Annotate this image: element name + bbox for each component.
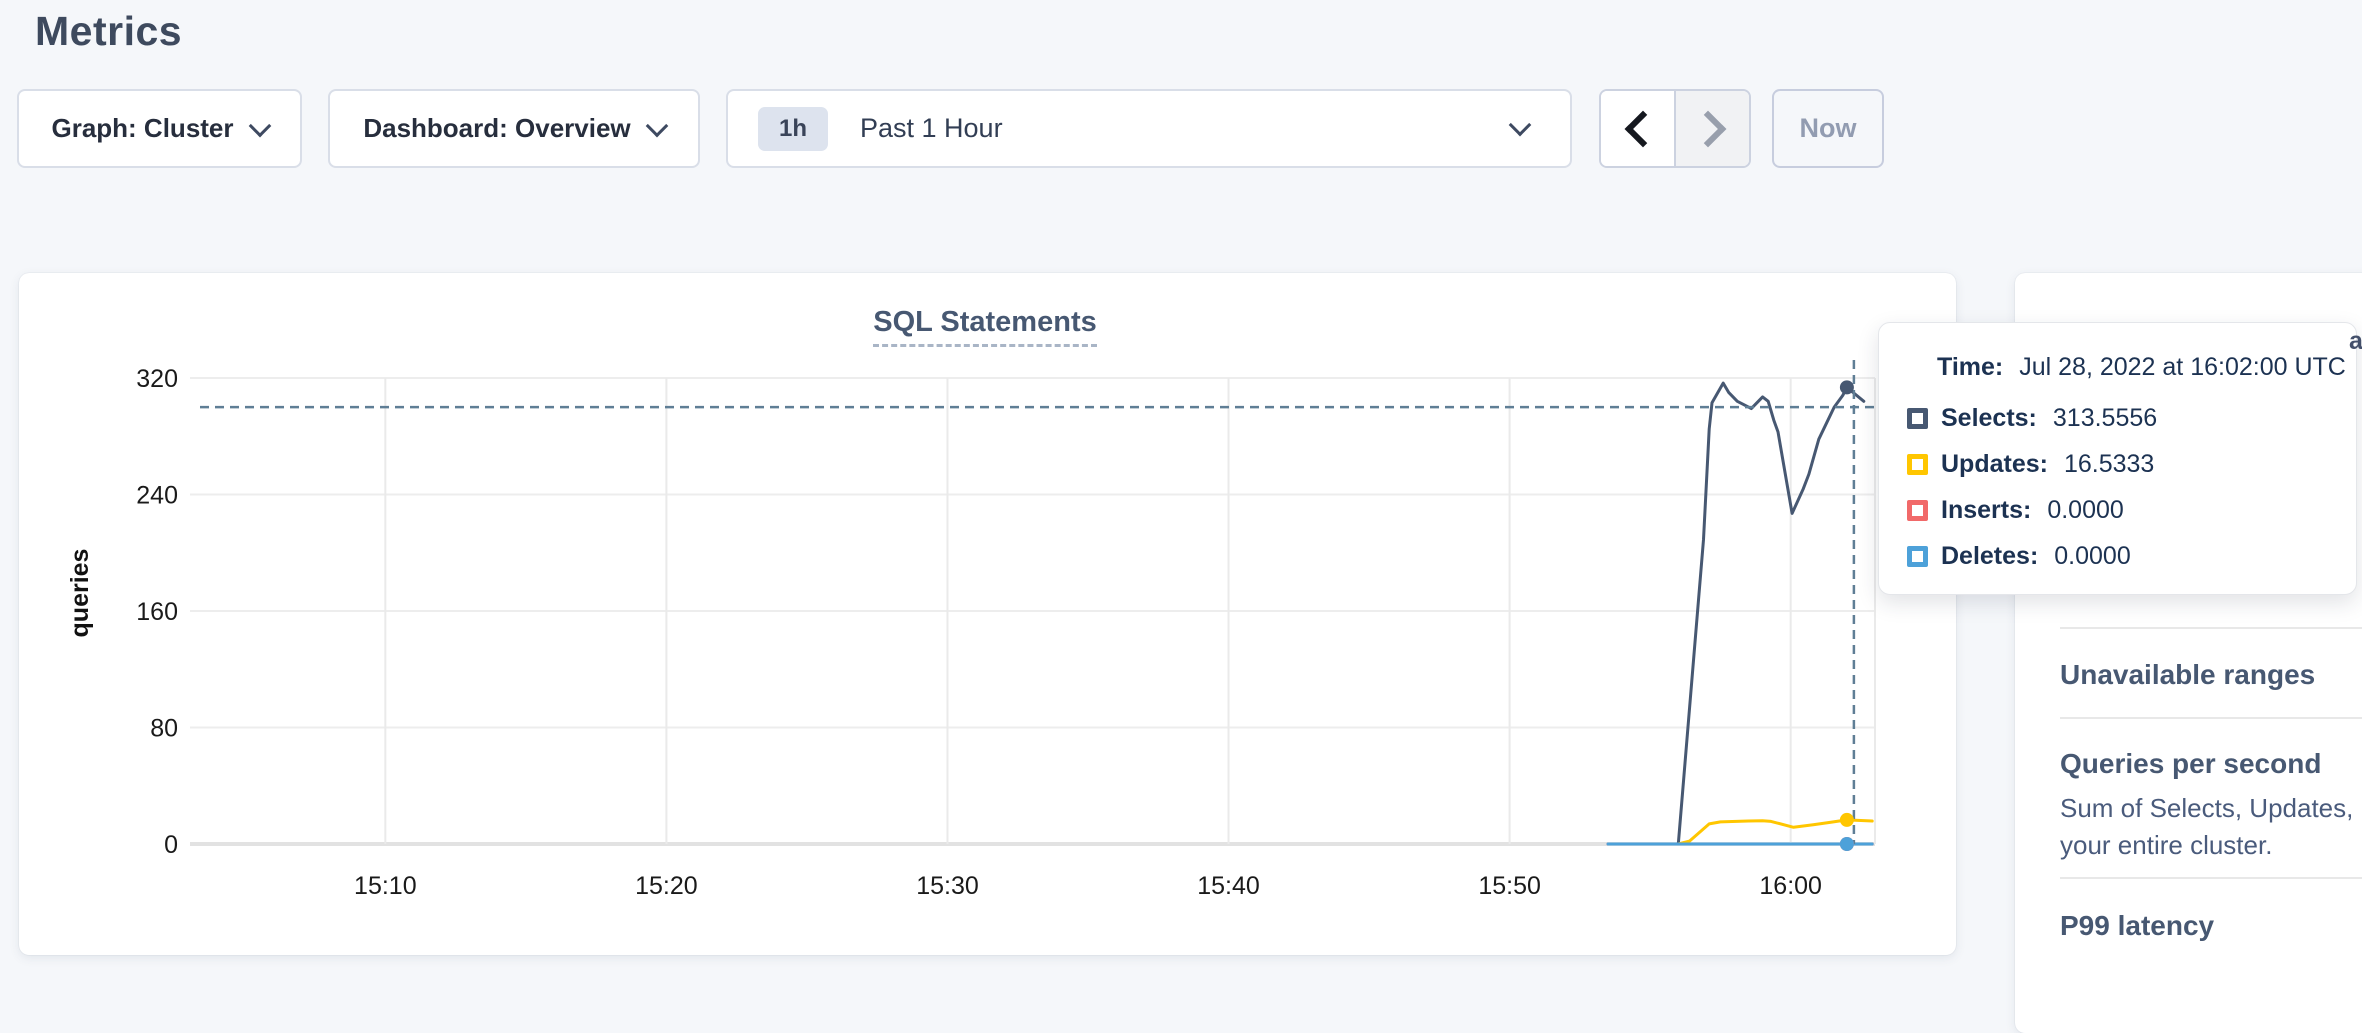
graph-dropdown-label: Graph: Cluster — [51, 113, 233, 144]
page-title: Metrics — [35, 8, 182, 55]
time-range-label: Past 1 Hour — [860, 113, 1003, 144]
series-swatch-icon — [1907, 500, 1928, 521]
chart-hover-tooltip: Time: Jul 28, 2022 at 16:02:00 UTC Select… — [1878, 322, 2357, 595]
dashboard-dropdown[interactable]: Dashboard: Overview — [328, 89, 700, 168]
time-forward-button[interactable] — [1674, 91, 1749, 166]
metrics-page: { "page": { "title": "Metrics", "backgro… — [0, 0, 2362, 966]
chevron-left-icon — [1624, 110, 1661, 147]
tooltip-row-deletes: Deletes: 0.0000 — [1907, 540, 2131, 572]
tooltip-row-selects: Selects: 313.5556 — [1907, 402, 2157, 434]
tooltip-series-value: 0.0000 — [2054, 542, 2130, 571]
tooltip-series-label: Updates: — [1941, 450, 2048, 479]
tooltip-time-label: Time: — [1937, 353, 2003, 381]
tooltip-series-value: 0.0000 — [2047, 496, 2123, 525]
tooltip-series-label: Inserts: — [1941, 496, 2031, 525]
chart-title-wrap: SQL Statements — [719, 306, 1251, 347]
chart-title[interactable]: SQL Statements — [873, 306, 1096, 347]
series-swatch-icon — [1907, 408, 1928, 429]
tooltip-time-value: Jul 28, 2022 at 16:02:00 UTC — [2019, 353, 2346, 381]
tooltip-series-label: Deletes: — [1941, 542, 2038, 571]
chevron-down-icon — [1509, 114, 1532, 137]
graph-dropdown[interactable]: Graph: Cluster — [17, 89, 302, 168]
chevron-down-icon — [248, 114, 271, 137]
sidebar-clipped-text: a — [2349, 327, 2362, 356]
series-swatch-icon — [1907, 546, 1928, 567]
time-range-selector[interactable]: 1h Past 1 Hour — [726, 89, 1572, 168]
time-range-badge: 1h — [758, 107, 828, 151]
tooltip-row-updates: Updates: 16.5333 — [1907, 448, 2154, 480]
tooltip-series-value: 313.5556 — [2053, 404, 2157, 433]
sidebar-heading[interactable]: Unavailable ranges — [2060, 659, 2315, 691]
sidebar-heading[interactable]: P99 latency — [2060, 910, 2214, 942]
chevron-right-icon — [1689, 110, 1726, 147]
series-swatch-icon — [1907, 454, 1928, 475]
tooltip-series-value: 16.5333 — [2064, 450, 2154, 479]
time-back-button[interactable] — [1601, 91, 1674, 166]
sidebar-description: Sum of Selects, Updates, Inseryour entir… — [2060, 790, 2362, 864]
time-nav-group — [1599, 89, 1751, 168]
tooltip-time-row: Time: Jul 28, 2022 at 16:02:00 UTC — [1937, 353, 2346, 382]
sidebar-heading[interactable]: Queries per second — [2060, 748, 2321, 780]
sidebar-divider — [2060, 877, 2362, 879]
sidebar-divider — [2060, 627, 2362, 629]
tooltip-row-inserts: Inserts: 0.0000 — [1907, 494, 2124, 526]
sidebar-divider — [2060, 717, 2362, 719]
dashboard-dropdown-label: Dashboard: Overview — [363, 113, 630, 144]
tooltip-series-label: Selects: — [1941, 404, 2037, 433]
now-button[interactable]: Now — [1772, 89, 1884, 168]
sql-statements-card — [19, 273, 1956, 955]
chevron-down-icon — [645, 114, 668, 137]
